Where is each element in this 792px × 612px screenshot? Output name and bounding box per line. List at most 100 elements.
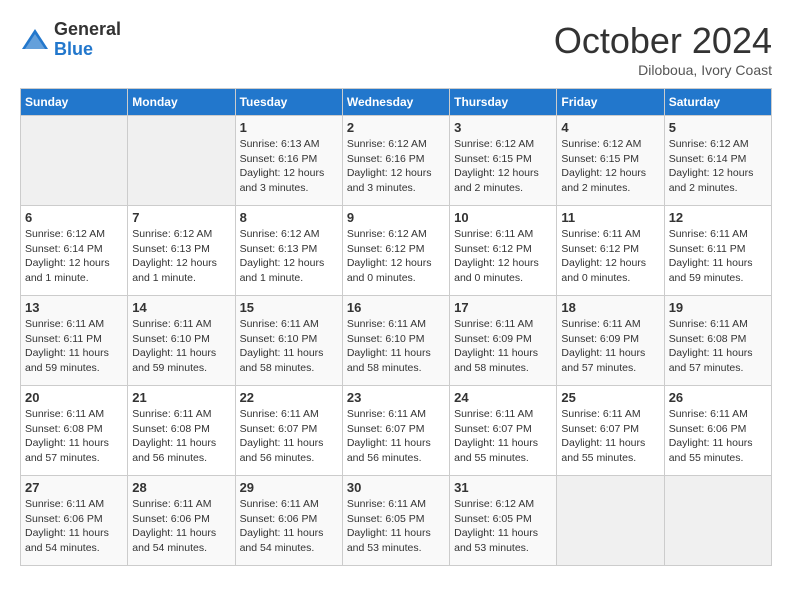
day-info: Sunrise: 6:11 AMSunset: 6:05 PMDaylight:…	[347, 497, 445, 556]
day-info: Sunrise: 6:11 AMSunset: 6:07 PMDaylight:…	[240, 407, 338, 466]
day-number: 5	[669, 120, 767, 135]
day-info: Sunrise: 6:11 AMSunset: 6:08 PMDaylight:…	[669, 317, 767, 376]
calendar-cell: 23 Sunrise: 6:11 AMSunset: 6:07 PMDayligh…	[342, 386, 449, 476]
calendar-cell: 2 Sunrise: 6:12 AMSunset: 6:16 PMDaylight…	[342, 116, 449, 206]
day-number: 29	[240, 480, 338, 495]
calendar-cell	[664, 476, 771, 566]
calendar-cell: 1 Sunrise: 6:13 AMSunset: 6:16 PMDaylight…	[235, 116, 342, 206]
day-info: Sunrise: 6:11 AMSunset: 6:11 PMDaylight:…	[25, 317, 123, 376]
day-number: 11	[561, 210, 659, 225]
day-info: Sunrise: 6:11 AMSunset: 6:06 PMDaylight:…	[669, 407, 767, 466]
day-number: 20	[25, 390, 123, 405]
calendar-table: SundayMondayTuesdayWednesdayThursdayFrid…	[20, 88, 772, 566]
day-header-monday: Monday	[128, 89, 235, 116]
calendar-week-row: 1 Sunrise: 6:13 AMSunset: 6:16 PMDaylight…	[21, 116, 772, 206]
calendar-cell: 19 Sunrise: 6:11 AMSunset: 6:08 PMDayligh…	[664, 296, 771, 386]
day-header-tuesday: Tuesday	[235, 89, 342, 116]
day-info: Sunrise: 6:11 AMSunset: 6:08 PMDaylight:…	[25, 407, 123, 466]
day-number: 10	[454, 210, 552, 225]
calendar-cell: 10 Sunrise: 6:11 AMSunset: 6:12 PMDayligh…	[450, 206, 557, 296]
day-info: Sunrise: 6:11 AMSunset: 6:10 PMDaylight:…	[240, 317, 338, 376]
day-number: 31	[454, 480, 552, 495]
day-info: Sunrise: 6:12 AMSunset: 6:15 PMDaylight:…	[561, 137, 659, 196]
calendar-cell: 13 Sunrise: 6:11 AMSunset: 6:11 PMDayligh…	[21, 296, 128, 386]
day-info: Sunrise: 6:12 AMSunset: 6:16 PMDaylight:…	[347, 137, 445, 196]
day-number: 27	[25, 480, 123, 495]
day-info: Sunrise: 6:11 AMSunset: 6:12 PMDaylight:…	[454, 227, 552, 286]
day-info: Sunrise: 6:11 AMSunset: 6:12 PMDaylight:…	[561, 227, 659, 286]
calendar-cell: 5 Sunrise: 6:12 AMSunset: 6:14 PMDaylight…	[664, 116, 771, 206]
day-number: 16	[347, 300, 445, 315]
calendar-cell: 17Sunrise: 6:11 AMSunset: 6:09 PMDayligh…	[450, 296, 557, 386]
calendar-cell: 29 Sunrise: 6:11 AMSunset: 6:06 PMDayligh…	[235, 476, 342, 566]
day-info: Sunrise: 6:11 AMSunset: 6:06 PMDaylight:…	[25, 497, 123, 556]
calendar-cell	[128, 116, 235, 206]
title-block: October 2024 Diloboua, Ivory Coast	[554, 20, 772, 78]
calendar-cell: 7Sunrise: 6:12 AMSunset: 6:13 PMDaylight…	[128, 206, 235, 296]
calendar-cell: 21 Sunrise: 6:11 AMSunset: 6:08 PMDayligh…	[128, 386, 235, 476]
calendar-cell	[21, 116, 128, 206]
month-title: October 2024	[554, 20, 772, 62]
day-info: Sunrise: 6:11 AMSunset: 6:07 PMDaylight:…	[347, 407, 445, 466]
day-number: 21	[132, 390, 230, 405]
day-info: Sunrise: 6:11 AMSunset: 6:10 PMDaylight:…	[132, 317, 230, 376]
day-info: Sunrise: 6:11 AMSunset: 6:09 PMDaylight:…	[561, 317, 659, 376]
day-number: 26	[669, 390, 767, 405]
calendar-cell: 14Sunrise: 6:11 AMSunset: 6:10 PMDayligh…	[128, 296, 235, 386]
logo: General Blue	[20, 20, 121, 60]
day-header-thursday: Thursday	[450, 89, 557, 116]
day-number: 25	[561, 390, 659, 405]
calendar-cell: 25Sunrise: 6:11 AMSunset: 6:07 PMDayligh…	[557, 386, 664, 476]
day-number: 9	[347, 210, 445, 225]
page-header: General Blue October 2024 Diloboua, Ivor…	[20, 20, 772, 78]
day-number: 17	[454, 300, 552, 315]
day-number: 18	[561, 300, 659, 315]
day-number: 3	[454, 120, 552, 135]
calendar-cell: 15Sunrise: 6:11 AMSunset: 6:10 PMDayligh…	[235, 296, 342, 386]
day-header-wednesday: Wednesday	[342, 89, 449, 116]
logo-text: General Blue	[54, 20, 121, 60]
day-number: 24	[454, 390, 552, 405]
calendar-cell: 27 Sunrise: 6:11 AMSunset: 6:06 PMDayligh…	[21, 476, 128, 566]
day-info: Sunrise: 6:12 AMSunset: 6:14 PMDaylight:…	[669, 137, 767, 196]
day-number: 12	[669, 210, 767, 225]
day-info: Sunrise: 6:11 AMSunset: 6:07 PMDaylight:…	[454, 407, 552, 466]
calendar-body: 1 Sunrise: 6:13 AMSunset: 6:16 PMDaylight…	[21, 116, 772, 566]
day-number: 7	[132, 210, 230, 225]
calendar-cell: 26 Sunrise: 6:11 AMSunset: 6:06 PMDayligh…	[664, 386, 771, 476]
day-info: Sunrise: 6:12 AMSunset: 6:14 PMDaylight:…	[25, 227, 123, 286]
calendar-week-row: 27 Sunrise: 6:11 AMSunset: 6:06 PMDayligh…	[21, 476, 772, 566]
day-info: Sunrise: 6:12 AMSunset: 6:05 PMDaylight:…	[454, 497, 552, 556]
calendar-cell: 11 Sunrise: 6:11 AMSunset: 6:12 PMDayligh…	[557, 206, 664, 296]
logo-blue: Blue	[54, 40, 121, 60]
day-header-saturday: Saturday	[664, 89, 771, 116]
calendar-header-row: SundayMondayTuesdayWednesdayThursdayFrid…	[21, 89, 772, 116]
calendar-cell: 18 Sunrise: 6:11 AMSunset: 6:09 PMDayligh…	[557, 296, 664, 386]
calendar-cell: 4 Sunrise: 6:12 AMSunset: 6:15 PMDaylight…	[557, 116, 664, 206]
day-number: 13	[25, 300, 123, 315]
day-info: Sunrise: 6:13 AMSunset: 6:16 PMDaylight:…	[240, 137, 338, 196]
day-number: 23	[347, 390, 445, 405]
calendar-cell: 16Sunrise: 6:11 AMSunset: 6:10 PMDayligh…	[342, 296, 449, 386]
calendar-cell: 6 Sunrise: 6:12 AMSunset: 6:14 PMDaylight…	[21, 206, 128, 296]
day-number: 1	[240, 120, 338, 135]
calendar-cell: 24 Sunrise: 6:11 AMSunset: 6:07 PMDayligh…	[450, 386, 557, 476]
calendar-cell: 20 Sunrise: 6:11 AMSunset: 6:08 PMDayligh…	[21, 386, 128, 476]
calendar-cell	[557, 476, 664, 566]
day-info: Sunrise: 6:11 AMSunset: 6:11 PMDaylight:…	[669, 227, 767, 286]
day-number: 19	[669, 300, 767, 315]
calendar-cell: 28Sunrise: 6:11 AMSunset: 6:06 PMDayligh…	[128, 476, 235, 566]
calendar-cell: 12 Sunrise: 6:11 AMSunset: 6:11 PMDayligh…	[664, 206, 771, 296]
calendar-week-row: 6 Sunrise: 6:12 AMSunset: 6:14 PMDaylight…	[21, 206, 772, 296]
day-info: Sunrise: 6:11 AMSunset: 6:08 PMDaylight:…	[132, 407, 230, 466]
logo-general: General	[54, 20, 121, 40]
calendar-cell: 22Sunrise: 6:11 AMSunset: 6:07 PMDayligh…	[235, 386, 342, 476]
day-number: 28	[132, 480, 230, 495]
calendar-week-row: 20 Sunrise: 6:11 AMSunset: 6:08 PMDayligh…	[21, 386, 772, 476]
day-number: 2	[347, 120, 445, 135]
calendar-cell: 31 Sunrise: 6:12 AMSunset: 6:05 PMDayligh…	[450, 476, 557, 566]
day-number: 4	[561, 120, 659, 135]
day-number: 6	[25, 210, 123, 225]
day-info: Sunrise: 6:11 AMSunset: 6:06 PMDaylight:…	[240, 497, 338, 556]
calendar-cell: 30Sunrise: 6:11 AMSunset: 6:05 PMDayligh…	[342, 476, 449, 566]
